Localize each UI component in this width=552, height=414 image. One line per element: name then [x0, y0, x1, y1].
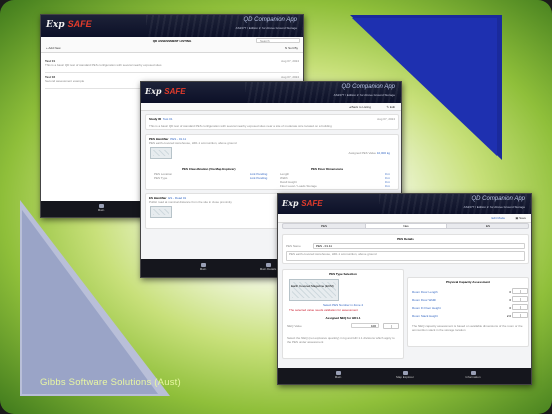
pes-card: PES Identifier PES - 01.11 PES earth-cov… [145, 134, 399, 190]
save-button[interactable]: ▣ Save [515, 216, 526, 220]
search-input[interactable]: Search [256, 38, 300, 43]
listing-toolbar: QD ASSESSMENT LISTING Search + Add New ⇅… [41, 37, 303, 53]
gray-triangle-inner [22, 210, 158, 394]
pes-floor-title: PES Floor Dimensions [311, 167, 344, 171]
tab-es[interactable]: ES [447, 224, 529, 228]
segment-control: PES Nes ES [282, 223, 529, 229]
edit-button[interactable]: ✎ Edit [386, 105, 395, 109]
app-subtitle: AS2377 / Edition 2: for Above Ground Sto… [333, 93, 395, 97]
edit-mode-button[interactable]: Edit Mode [491, 216, 505, 220]
pes-map-thumbnail[interactable] [150, 147, 172, 159]
pes-name-field[interactable]: PES - 01.11 [313, 243, 525, 249]
app-subtitle: AS2377 / Edition 2: for Above Ground Sto… [235, 26, 297, 30]
back-to-listing-button[interactable]: ◂ Back to Listing [349, 105, 371, 109]
app-header: Exp SAFE QD Companion App AS2377 / Editi… [41, 15, 303, 37]
tab-main[interactable]: Main [328, 371, 348, 379]
physical-capacity-card: Physical Capacity Assessment Room Floor … [407, 277, 529, 347]
app-header: Exp SAFE QD Companion App AS2377 / Editi… [278, 194, 531, 214]
sort-by-button[interactable]: ⇅ Sort By [285, 46, 298, 50]
expsafe-logo: Exp SAFE [46, 19, 92, 30]
app-header: Exp SAFE QD Companion App AS2377 / Editi… [141, 82, 401, 103]
pes-type-card: PES Type Selection Earth Covered Magazin… [282, 269, 404, 359]
app-name: QD Companion App [341, 84, 395, 90]
app-subtitle: AS2377 / Edition 2: for Above Ground Sto… [463, 205, 525, 209]
expsafe-logo: Exp SAFE [145, 86, 186, 96]
screenshot-pes-details: Exp SAFE QD Companion App AS2377 / Editi… [277, 193, 532, 385]
edit-toolbar: Edit Mode ▣ Save [278, 214, 531, 223]
pes-classification-title: PES Classification (Via Map Explorer) [182, 167, 236, 171]
pes-description-field[interactable]: PES earth-covered storehouse, HD1.1 ammu… [286, 251, 525, 261]
tab-bar: Main Map Explorer Information [278, 368, 531, 384]
expsafe-logo: Exp SAFE [282, 198, 323, 208]
pes-type-image[interactable] [289, 279, 339, 301]
tab-pes[interactable]: PES [283, 224, 365, 228]
select-pes-number-link[interactable]: Select PES Number in Zone 4 [323, 303, 363, 307]
height-stepper[interactable] [512, 304, 528, 310]
tab-nes[interactable]: Nes [365, 224, 447, 228]
neq-stepper[interactable] [383, 323, 399, 329]
stack-stepper[interactable] [512, 312, 528, 318]
add-new-button[interactable]: + Add New [46, 46, 61, 50]
pes-details-card: PES Details PES Name PES - 01.11 PES ear… [282, 234, 529, 264]
tab-information[interactable]: Information [458, 371, 488, 379]
app-name: QD Companion App [243, 17, 297, 23]
tab-main[interactable]: Main [193, 263, 213, 271]
company-name: Gibbs Software Solutions (Aust) [40, 377, 181, 388]
tab-main[interactable]: Main [91, 204, 111, 212]
study-card: Study ID Test 01 Aug 07, 2024 This is a … [145, 114, 399, 130]
detail-toolbar: ◂ Back to Listing ✎ Edit [141, 103, 401, 111]
es-map-thumbnail[interactable] [150, 206, 172, 218]
width-stepper[interactable] [512, 296, 528, 302]
length-stepper[interactable] [512, 288, 528, 294]
list-item[interactable]: Test 01 This is a basic QD test of stand… [45, 59, 299, 73]
tab-map-explorer[interactable]: Map Explorer [390, 371, 420, 379]
app-name: QD Companion App [471, 196, 525, 202]
neq-value-field[interactable]: 100 [351, 323, 379, 328]
